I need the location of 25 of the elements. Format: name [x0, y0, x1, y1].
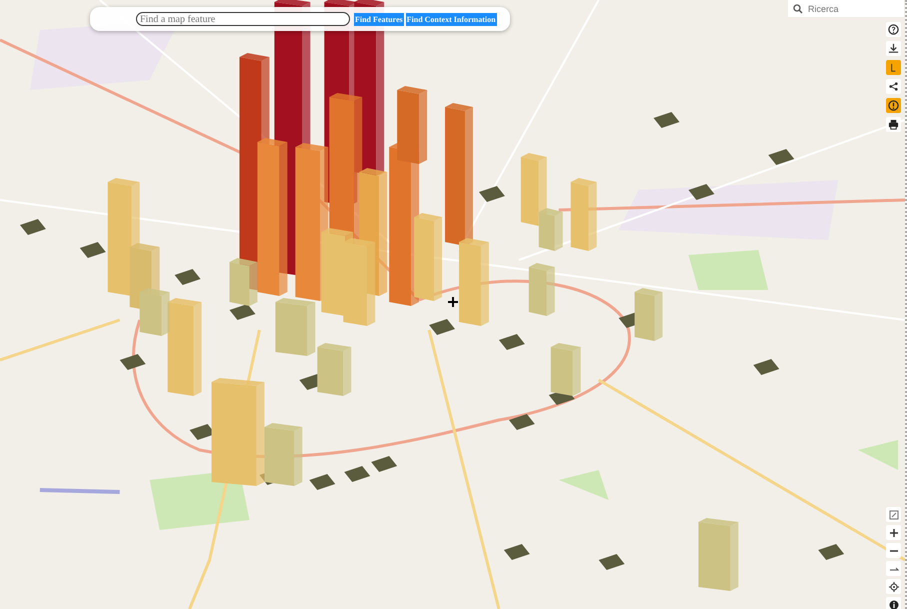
- download-icon: [888, 43, 899, 54]
- help-icon: [888, 24, 899, 35]
- search-button[interactable]: Find Context Information: [406, 12, 497, 26]
- fullscreen-button[interactable]: [886, 507, 901, 522]
- print-button[interactable]: [886, 117, 901, 132]
- tilt-button[interactable]: [886, 561, 901, 576]
- zoom-in-button[interactable]: [886, 525, 901, 540]
- about-icon: [888, 600, 898, 609]
- about-button[interactable]: [886, 597, 901, 609]
- download-button[interactable]: [886, 41, 901, 56]
- info-button[interactable]: [886, 98, 901, 113]
- share-icon: [888, 81, 899, 92]
- locate-icon: [888, 582, 898, 592]
- location-search-field[interactable]: Ricerca: [788, 0, 904, 17]
- zoom-out-button[interactable]: [886, 543, 901, 558]
- search-icon: [793, 4, 803, 14]
- feature-search-field[interactable]: Find a map feature: [136, 12, 350, 26]
- help-button[interactable]: [886, 22, 901, 37]
- share-button[interactable]: [886, 79, 901, 94]
- print-icon: [888, 119, 899, 130]
- legend-button[interactable]: [886, 60, 901, 75]
- search-button[interactable]: Find Features: [354, 12, 404, 26]
- zoom-in-icon: [888, 528, 898, 538]
- locate-button[interactable]: [886, 579, 901, 594]
- fullscreen-icon: [888, 510, 898, 520]
